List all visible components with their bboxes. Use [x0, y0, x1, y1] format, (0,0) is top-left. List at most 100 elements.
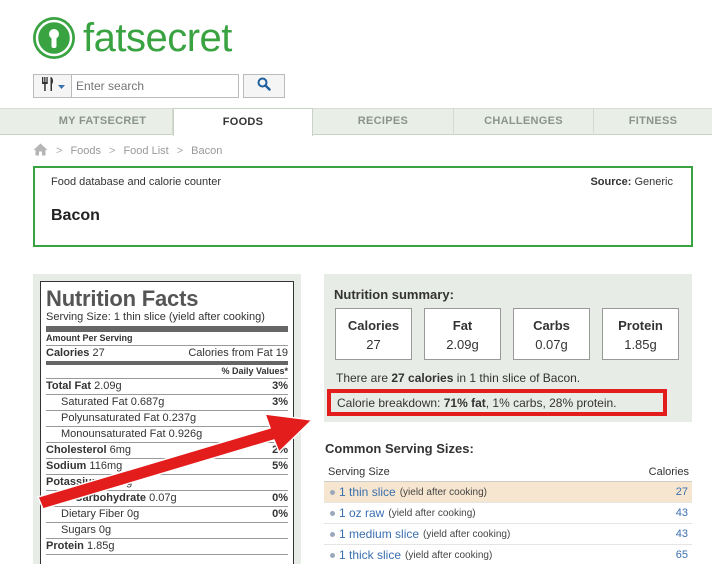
serving-note: (yield after cooking)	[423, 528, 511, 540]
breadcrumb-food-list[interactable]: Food List	[123, 145, 168, 157]
food-name: Bacon	[51, 207, 100, 224]
serving-calories[interactable]: 43	[676, 507, 688, 519]
serving-link[interactable]: 1 thick slice	[339, 548, 401, 562]
serving-row[interactable]: 1 oz raw (yield after cooking) 43	[324, 503, 692, 524]
breadcrumb-separator: >	[109, 145, 116, 157]
serving-link[interactable]: 1 thin slice	[339, 485, 396, 499]
search-button[interactable]	[243, 74, 285, 98]
serving-link[interactable]: 1 medium slice	[339, 527, 419, 541]
nutrient-amount: 6mg	[109, 444, 131, 456]
serving-row[interactable]: 1 medium slice (yield after cooking) 43	[324, 524, 692, 545]
summary-box-value: 2.09g	[446, 337, 479, 352]
fatsecret-logo[interactable]: fatsecret	[33, 17, 232, 59]
nutrient-label: Polyunsaturated Fat	[61, 412, 160, 424]
nutrient-amount: 0.237g	[162, 412, 197, 424]
logo-wordmark: fatsecret	[83, 16, 232, 60]
nutrient-label: Total Fat	[46, 380, 92, 392]
serving-note: (yield after cooking)	[399, 486, 487, 498]
calories-from-fat: Calories from Fat 19	[188, 347, 288, 359]
serving-calories[interactable]: 27	[676, 486, 688, 498]
nutrient-amount: 28mg	[104, 476, 133, 488]
nutrient-amount: 0g	[127, 508, 140, 520]
serving-row[interactable]: 1 thick slice (yield after cooking) 65	[324, 545, 692, 564]
serving-calories[interactable]: 43	[676, 528, 688, 540]
summary-box-value: 27	[366, 337, 381, 352]
bullet-icon	[330, 510, 335, 516]
serving-link[interactable]: 1 oz raw	[339, 506, 384, 520]
nutrient-label: Dietary Fiber	[61, 508, 124, 520]
breadcrumb: > Foods > Food List > Bacon	[33, 143, 222, 159]
serving-size-text: Serving Size: 1 thin slice (yield after …	[46, 311, 288, 332]
nutrition-facts-panel: Nutrition Facts Serving Size: 1 thin sli…	[33, 274, 301, 564]
nutrient-amount: 0.07g	[149, 492, 177, 504]
nutrient-dv: 5%	[272, 460, 288, 472]
summary-box-label: Protein	[618, 318, 663, 333]
tab-recipes[interactable]: RECIPES	[313, 108, 454, 135]
nutrient-row: Sodium 116mg 5%	[46, 459, 288, 475]
summary-title: Nutrition summary:	[334, 287, 454, 302]
nutrient-label: Total Carbohydrate	[46, 492, 147, 504]
nutrient-amount: 116mg	[89, 460, 123, 472]
tab-fitness[interactable]: FITNESS	[594, 108, 712, 135]
daily-values-header: % Daily Values*	[46, 365, 288, 379]
calorie-sentence-prefix: There are	[336, 371, 392, 385]
serving-calories[interactable]: 65	[676, 549, 688, 561]
tab-challenges[interactable]: CHALLENGES	[454, 108, 594, 135]
col-serving-size: Serving Size	[328, 466, 390, 478]
nutrient-dv: 3%	[272, 380, 288, 392]
search-category-dropdown[interactable]	[33, 74, 71, 98]
home-icon[interactable]	[33, 143, 48, 159]
nutrition-summary: Nutrition summary: Calories 27 Fat 2.09g…	[324, 274, 692, 422]
nutrient-dv: 0%	[272, 492, 288, 504]
fork-knife-icon	[41, 76, 55, 97]
summary-box-label: Calories	[347, 318, 400, 333]
summary-box-calories: Calories 27	[335, 308, 412, 360]
summary-box-protein: Protein 1.85g	[602, 308, 679, 360]
food-subtitle: Food database and calorie counter	[51, 176, 222, 188]
nutrient-amount: 0.926g	[168, 428, 203, 440]
breadcrumb-foods[interactable]: Foods	[70, 145, 101, 157]
calorie-sentence-bold: 27 calories	[391, 371, 454, 385]
source-label: Source:	[590, 176, 632, 188]
nutrient-row: Dietary Fiber 0g 0%	[46, 507, 288, 523]
summary-box-label: Carbs	[533, 318, 570, 333]
nutrition-facts-title: Nutrition Facts	[46, 286, 199, 311]
food-title-box: Food database and calorie counter Source…	[33, 166, 693, 247]
nutrient-row: Total Fat 2.09g 3%	[46, 379, 288, 395]
bullet-icon	[330, 531, 335, 537]
serving-sizes-table: Serving Size Calories 1 thin slice (yield…	[324, 462, 692, 564]
search-input[interactable]	[71, 74, 239, 98]
amount-per-serving: Amount Per Serving	[46, 332, 288, 346]
serving-row[interactable]: 1 thin slice (yield after cooking) 27	[324, 482, 692, 503]
summary-box-label: Fat	[452, 318, 473, 333]
nutrient-label: Sugars	[61, 524, 96, 536]
nutrient-row: Total Carbohydrate 0.07g 0%	[46, 491, 288, 507]
nutrient-row: Polyunsaturated Fat 0.237g	[46, 411, 288, 427]
summary-box-carbs: Carbs 0.07g	[513, 308, 590, 360]
main-nav: MY FATSECRET FOODS RECIPES CHALLENGES FI…	[0, 108, 712, 136]
nutrient-row: Potassium 28mg	[46, 475, 288, 491]
nutrient-amount: 1.85g	[86, 540, 115, 552]
nutrient-amount: 0g	[98, 524, 112, 536]
summary-box-value: 0.07g	[535, 337, 568, 352]
breakdown-suffix: , 1% carbs, 28% protein.	[485, 396, 617, 410]
nutrient-label: Monounsaturated Fat	[61, 428, 166, 440]
nutrient-label: Saturated Fat	[61, 396, 128, 408]
bullet-icon	[330, 552, 335, 558]
tab-foods[interactable]: FOODS	[173, 108, 313, 136]
source-value: Generic	[634, 176, 673, 188]
nutrient-label: Sodium	[46, 460, 87, 472]
nutrition-facts-label: Nutrition Facts Serving Size: 1 thin sli…	[40, 281, 294, 564]
nutrient-label: Protein	[46, 540, 84, 552]
nutrient-amount: 0.687g	[130, 396, 165, 408]
serving-note: (yield after cooking)	[388, 507, 476, 519]
serving-note: (yield after cooking)	[405, 549, 493, 561]
calorie-breakdown-highlight: Calorie breakdown: 71% fat, 1% carbs, 28…	[327, 389, 667, 416]
nutrient-dv: 3%	[272, 396, 288, 408]
calories-label: Calories	[46, 347, 90, 359]
nutrient-row: Protein 1.85g	[46, 539, 288, 555]
nutrient-label: Potassium	[46, 476, 102, 488]
calorie-sentence-suffix: in 1 thin slice of Bacon.	[453, 371, 581, 385]
tab-my-fatsecret[interactable]: MY FATSECRET	[33, 108, 173, 135]
page: fatsecret Enter search MY FATSECRET FOOD…	[0, 0, 712, 564]
